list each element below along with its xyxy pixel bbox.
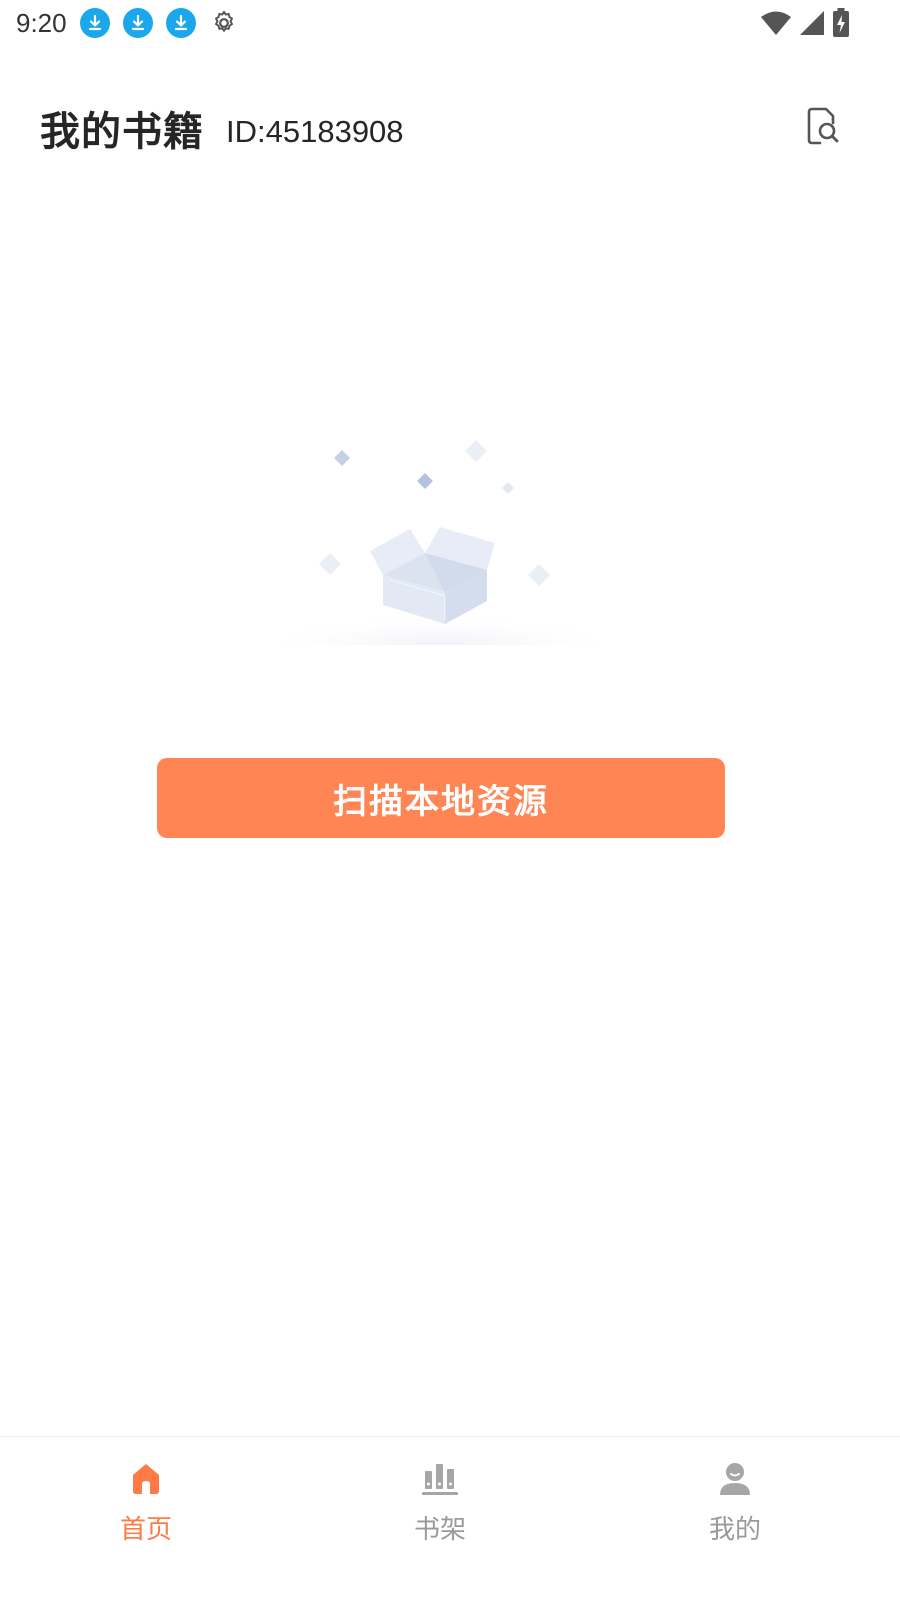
header: 我的书籍 ID:45183908 bbox=[0, 100, 900, 164]
status-bar: 9:20 bbox=[0, 0, 900, 48]
nav-item-home[interactable]: 首页 bbox=[56, 1437, 236, 1567]
document-search-button[interactable] bbox=[800, 106, 844, 150]
user-id: ID:45183908 bbox=[226, 114, 404, 149]
battery-charging-icon bbox=[832, 8, 850, 42]
home-icon bbox=[124, 1457, 168, 1501]
download-icon bbox=[166, 8, 196, 38]
status-time: 9:20 bbox=[16, 8, 67, 38]
wifi-icon bbox=[760, 9, 792, 41]
bookshelf-icon bbox=[418, 1457, 462, 1501]
page-title: 我的书籍 bbox=[40, 109, 204, 155]
download-icon bbox=[123, 8, 153, 38]
nav-label-profile: 我的 bbox=[708, 1515, 761, 1545]
empty-box-icon bbox=[270, 430, 610, 660]
nav-label-bookshelf: 书架 bbox=[413, 1515, 466, 1545]
gear-icon bbox=[209, 8, 239, 38]
bottom-nav: 首页 书架 我的 bbox=[0, 1436, 900, 1601]
scan-local-resources-button[interactable]: 扫描本地资源 bbox=[157, 758, 725, 838]
nav-item-profile[interactable]: 我的 bbox=[645, 1437, 825, 1567]
nav-label-home: 首页 bbox=[119, 1515, 172, 1545]
nav-item-bookshelf[interactable]: 书架 bbox=[350, 1437, 530, 1567]
system-icons bbox=[760, 8, 850, 42]
notification-icons bbox=[80, 8, 239, 38]
signal-icon bbox=[798, 9, 826, 41]
profile-icon bbox=[713, 1457, 757, 1501]
download-icon bbox=[80, 8, 110, 38]
document-search-icon bbox=[802, 106, 842, 150]
